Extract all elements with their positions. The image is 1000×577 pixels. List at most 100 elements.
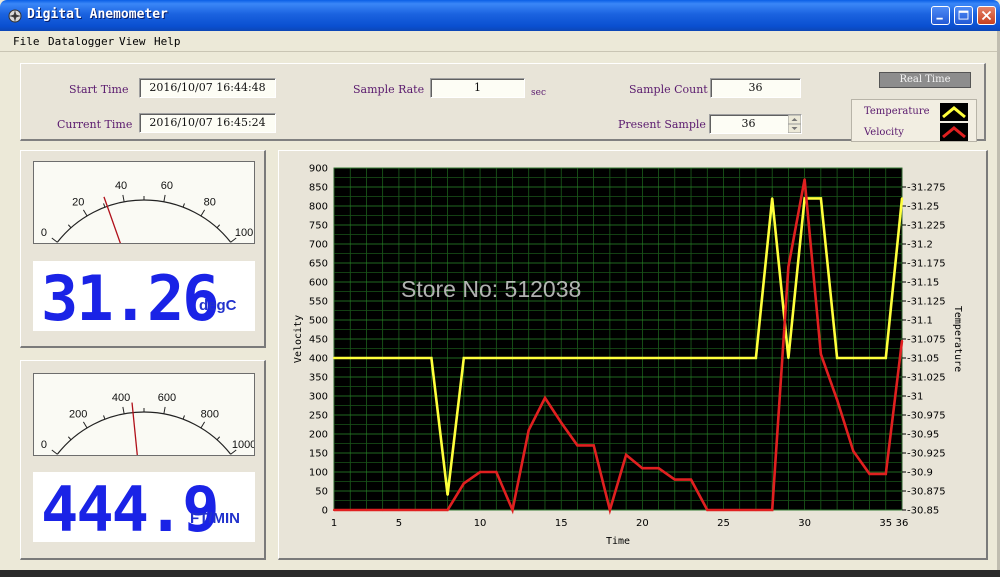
- temperature-data-point: [852, 356, 855, 360]
- sample-count-label: Sample Count: [629, 83, 708, 96]
- start-time-field[interactable]: 2016/10/07 16:44:48: [139, 78, 276, 98]
- y-tick-label: 750: [309, 221, 328, 232]
- y2-tick-label: -31.2: [907, 240, 933, 251]
- temperature-data-point: [819, 197, 822, 200]
- temperature-data-point: [900, 197, 904, 200]
- velocity-data-point: [381, 508, 384, 512]
- y2-tick-label: -31.1: [907, 316, 933, 327]
- x-tick-label: 20: [636, 518, 649, 529]
- temperature-data-point: [625, 356, 628, 360]
- chart-legend: Temperature Velocity: [851, 99, 977, 142]
- temperature-data-point: [462, 356, 465, 360]
- current-time-field[interactable]: 2016/10/07 16:45:24: [139, 113, 276, 133]
- velocity-unit: FT/MIN: [190, 510, 240, 527]
- velocity-data-point: [819, 353, 822, 356]
- velocity-data-point: [608, 508, 611, 512]
- temperature-data-point: [657, 356, 660, 360]
- temperature-data-point: [430, 356, 433, 360]
- temperature-data-point: [835, 356, 839, 360]
- close-button[interactable]: [977, 6, 996, 25]
- velocity-data-point: [900, 339, 904, 342]
- velocity-tick: [200, 421, 206, 429]
- y2-tick-label: -30.875: [907, 487, 946, 498]
- legend-temperature-label: Temperature: [864, 106, 930, 117]
- velocity-meter: 0 200 400 600 800 1000: [33, 373, 256, 463]
- menu-file[interactable]: File: [13, 35, 40, 48]
- velocity-data-point: [560, 421, 563, 424]
- velocity-scale-label: 600: [158, 392, 176, 404]
- y-tick-label: 100: [309, 468, 328, 479]
- velocity-scale-label: 1000: [232, 439, 254, 451]
- sample-rate-unit: sec: [531, 88, 546, 98]
- velocity-data-point: [722, 508, 725, 512]
- x-tick-label: 10: [474, 518, 487, 529]
- velocity-data-point: [868, 472, 871, 475]
- velocity-data-point: [787, 265, 790, 268]
- temperature-data-point: [608, 356, 611, 360]
- sample-count-field[interactable]: 36: [710, 78, 801, 98]
- temperature-data-point: [706, 356, 709, 360]
- y-tick-label: 350: [309, 373, 328, 384]
- velocity-data-point: [332, 508, 336, 512]
- temperature-tick: [122, 194, 125, 202]
- temperature-scale-label: 80: [204, 196, 216, 208]
- trend-chart: 0 50 100 150 200 250 300 350 400 450 500 550 600 650 7…: [293, 164, 963, 548]
- temperature-scale-label: 100: [235, 227, 253, 239]
- velocity-data-point: [738, 508, 741, 512]
- title-bar[interactable]: Digital Anemometer: [0, 0, 1000, 31]
- temperature-data-point: [543, 356, 547, 360]
- y-tick-label: 150: [309, 449, 328, 460]
- velocity-display: 444.9 FT/MIN: [33, 472, 255, 546]
- y-tick-label: 650: [309, 259, 328, 270]
- velocity-data-point: [754, 508, 758, 512]
- velocity-tick: [163, 406, 166, 414]
- temperature-scale-label: 0: [41, 227, 47, 239]
- y-tick-label: 200: [309, 430, 328, 441]
- temperature-data-point: [787, 356, 790, 360]
- minimize-button[interactable]: [931, 6, 950, 25]
- temperature-data-point: [365, 356, 368, 360]
- menu-view[interactable]: View: [119, 35, 146, 48]
- x-tick-label: 30: [798, 518, 811, 529]
- velocity-data-point: [657, 467, 660, 470]
- maximize-icon: [958, 10, 969, 20]
- temperature-data-point: [495, 356, 498, 360]
- sample-rate-label: Sample Rate: [353, 83, 425, 96]
- sample-spinner-icon[interactable]: [788, 115, 801, 133]
- temperature-data-point: [560, 356, 563, 360]
- sample-rate-field[interactable]: 1: [430, 78, 525, 98]
- temperature-tick: [163, 194, 166, 202]
- legend-velocity-swatch: [940, 123, 968, 141]
- y2-tick-label: -31.25: [907, 202, 939, 213]
- y2-tick-label: -30.95: [907, 430, 939, 441]
- y2-tick-label: -31.275: [907, 183, 946, 194]
- menu-datalogger[interactable]: Datalogger: [48, 35, 114, 48]
- menu-help[interactable]: Help: [154, 35, 181, 48]
- temperature-data-point: [641, 356, 644, 360]
- y2-tick-label: -31.15: [907, 278, 939, 289]
- real-time-indicator[interactable]: Real Time: [879, 72, 971, 88]
- velocity-data-point: [478, 470, 482, 474]
- store-watermark: Store No: 512038: [401, 276, 582, 302]
- temperature-tick: [216, 224, 221, 229]
- minimize-icon: [936, 17, 943, 20]
- x-tick-label: 5: [396, 518, 402, 529]
- maximize-button[interactable]: [954, 6, 973, 25]
- y2-tick-label: -31: [907, 392, 923, 403]
- chart-panel: 0 50 100 150 200 250 300 350 400 450 500 550 600 650 7…: [278, 150, 988, 560]
- temperature-data-point: [414, 356, 417, 360]
- temperature-tick: [82, 209, 88, 217]
- temperature-data-point: [332, 356, 336, 360]
- velocity-data-point: [706, 508, 709, 512]
- velocity-data-point: [430, 508, 433, 512]
- velocity-data-point: [625, 453, 628, 456]
- y-tick-label: 400: [309, 354, 328, 365]
- velocity-data-point: [527, 429, 530, 432]
- velocity-data-point: [446, 508, 449, 512]
- temperature-data-point: [381, 356, 384, 360]
- y-tick-label: 800: [309, 202, 328, 213]
- velocity-data-point: [592, 444, 595, 447]
- velocity-data-point: [771, 508, 774, 512]
- temperature-data-point: [754, 356, 758, 360]
- temperature-scale-label: 20: [72, 196, 84, 208]
